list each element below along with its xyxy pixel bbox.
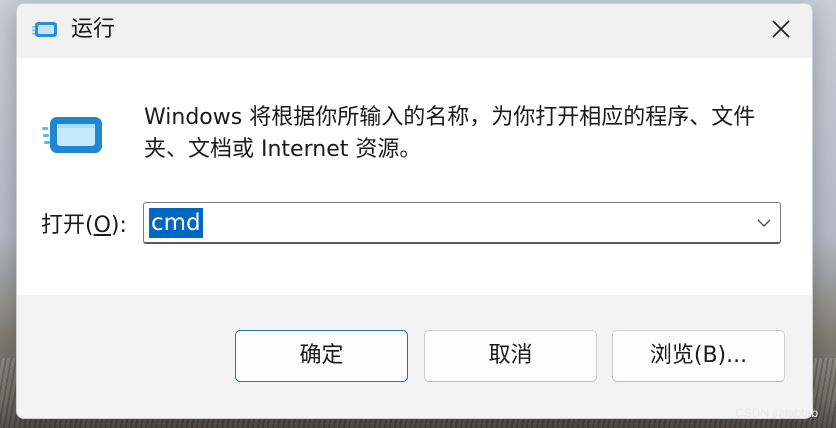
open-combobox[interactable]: cmd [143,202,781,244]
watermark: CSDN @tabtab [735,406,818,420]
open-label-prefix: 打开( [41,213,94,238]
open-label: 打开(O): [41,210,127,242]
browse-button[interactable]: 浏览(B)... [612,330,785,382]
open-input-value[interactable]: cmd [149,208,203,238]
chevron-down-icon[interactable] [756,215,772,231]
run-dialog: 运行 Windows 将根据你所输入的名称，为你打开相应的程序、文件夹、文档或 … [16,3,813,419]
run-icon [32,20,58,40]
open-label-accelerator: O [93,213,111,238]
cancel-button[interactable]: 取消 [424,330,597,382]
close-button[interactable] [750,4,812,58]
open-label-suffix: ): [110,213,127,238]
close-icon [771,19,791,43]
dialog-content: Windows 将根据你所输入的名称，为你打开相应的程序、文件夹、文档或 Int… [17,58,812,295]
ok-button[interactable]: 确定 [235,330,408,382]
window-title: 运行 [71,17,116,42]
run-app-icon [42,116,104,156]
button-bar: 确定 取消 浏览(B)... [17,295,812,418]
description-text: Windows 将根据你所输入的名称，为你打开相应的程序、文件夹、文档或 Int… [144,105,756,162]
title-bar[interactable]: 运行 [17,4,812,58]
